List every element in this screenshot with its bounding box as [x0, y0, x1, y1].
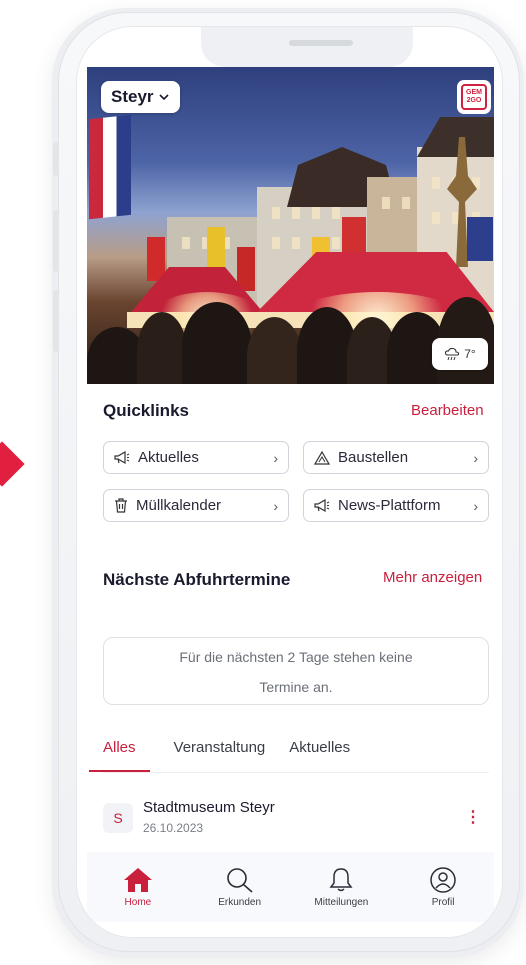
chevron-right-icon: ›: [473, 449, 478, 466]
list-item[interactable]: S Stadtmuseum Steyr 26.10.2023 ⋮: [103, 795, 489, 847]
quicklinks-title: Quicklinks: [103, 401, 189, 420]
logo-mark: GEM 2GO: [461, 84, 487, 110]
nav-label: Mitteilungen: [314, 896, 369, 908]
quicklink-baustellen[interactable]: Baustellen ›: [303, 441, 489, 474]
event-title: Stadtmuseum Steyr: [143, 799, 275, 816]
quicklink-label: Müllkalender: [136, 497, 222, 514]
feed-tabs: Alles Veranstaltung Aktuelles: [89, 739, 374, 772]
app-content: Steyr GEM 2GO 7° Quicklinks Bearbeiten Ak…: [87, 67, 494, 937]
megaphone-icon: [114, 450, 130, 464]
nav-erkunden[interactable]: Erkunden: [195, 867, 285, 908]
event-badge: S: [103, 803, 133, 833]
phone-side-button: [53, 210, 59, 272]
notice-line: Für die nächsten 2 Tage stehen keine: [179, 649, 413, 665]
quicklink-label: Aktuelles: [138, 449, 199, 466]
phone-side-button: [53, 290, 59, 352]
quicklink-news-plattform[interactable]: News-Plattform ›: [303, 489, 489, 522]
nav-home[interactable]: Home: [93, 867, 183, 908]
chevron-down-icon: [158, 94, 169, 101]
notch: [201, 27, 413, 67]
city-selector[interactable]: Steyr: [101, 81, 180, 113]
city-name: Steyr: [111, 87, 154, 106]
pickup-empty-notice: Für die nächsten 2 Tage stehen keine Ter…: [103, 637, 489, 705]
tab-veranstaltung[interactable]: Veranstaltung: [174, 739, 266, 772]
nav-mitteilungen[interactable]: Mitteilungen: [296, 867, 386, 908]
nav-profil[interactable]: Profil: [398, 866, 488, 908]
quicklink-label: Baustellen: [338, 449, 409, 466]
nav-label: Erkunden: [218, 896, 262, 908]
search-icon: [226, 867, 253, 893]
phone-side-button: [53, 142, 59, 176]
gem2go-logo[interactable]: GEM 2GO: [457, 80, 491, 114]
chevron-right-icon: ›: [273, 497, 278, 514]
hero-image: Steyr GEM 2GO 7°: [87, 67, 494, 384]
warning-icon: [314, 450, 330, 465]
edit-quicklinks-link[interactable]: Bearbeiten: [411, 402, 484, 419]
quicklink-aktuelles[interactable]: Aktuelles ›: [103, 441, 289, 474]
chevron-right-icon: ›: [273, 449, 278, 466]
event-date: 26.10.2023: [143, 821, 204, 835]
megaphone-icon: [314, 498, 330, 512]
quicklink-muellkalender[interactable]: Müllkalender ›: [103, 489, 289, 522]
nav-label: Home: [124, 896, 152, 908]
tab-aktuelles[interactable]: Aktuelles: [289, 739, 350, 772]
notice-line: Termine an.: [259, 679, 333, 695]
phone-screen: Steyr GEM 2GO 7° Quicklinks Bearbeiten Ak…: [76, 26, 503, 938]
home-icon: [123, 867, 152, 892]
bell-icon: [329, 867, 353, 891]
nav-label: Profil: [431, 896, 455, 908]
tab-alles[interactable]: Alles: [89, 739, 150, 772]
weather-badge[interactable]: 7°: [432, 338, 488, 370]
quicklink-label: News-Plattform: [338, 497, 441, 514]
temperature: 7°: [464, 347, 476, 361]
pickup-title: Nächste Abfuhrtermine: [103, 570, 291, 589]
show-more-link[interactable]: Mehr anzeigen: [383, 569, 482, 586]
chevron-right-icon: ›: [473, 497, 478, 514]
trash-icon: [115, 498, 127, 513]
bottom-navigation: Home Erkunden Mitteilungen Profil: [87, 852, 494, 922]
cloud-rain-icon: [445, 347, 460, 361]
speaker: [289, 40, 353, 46]
more-options-icon[interactable]: ⋮: [465, 807, 481, 827]
user-icon: [430, 866, 456, 893]
tabs-divider: [103, 772, 489, 773]
decorative-marker: [0, 441, 25, 487]
